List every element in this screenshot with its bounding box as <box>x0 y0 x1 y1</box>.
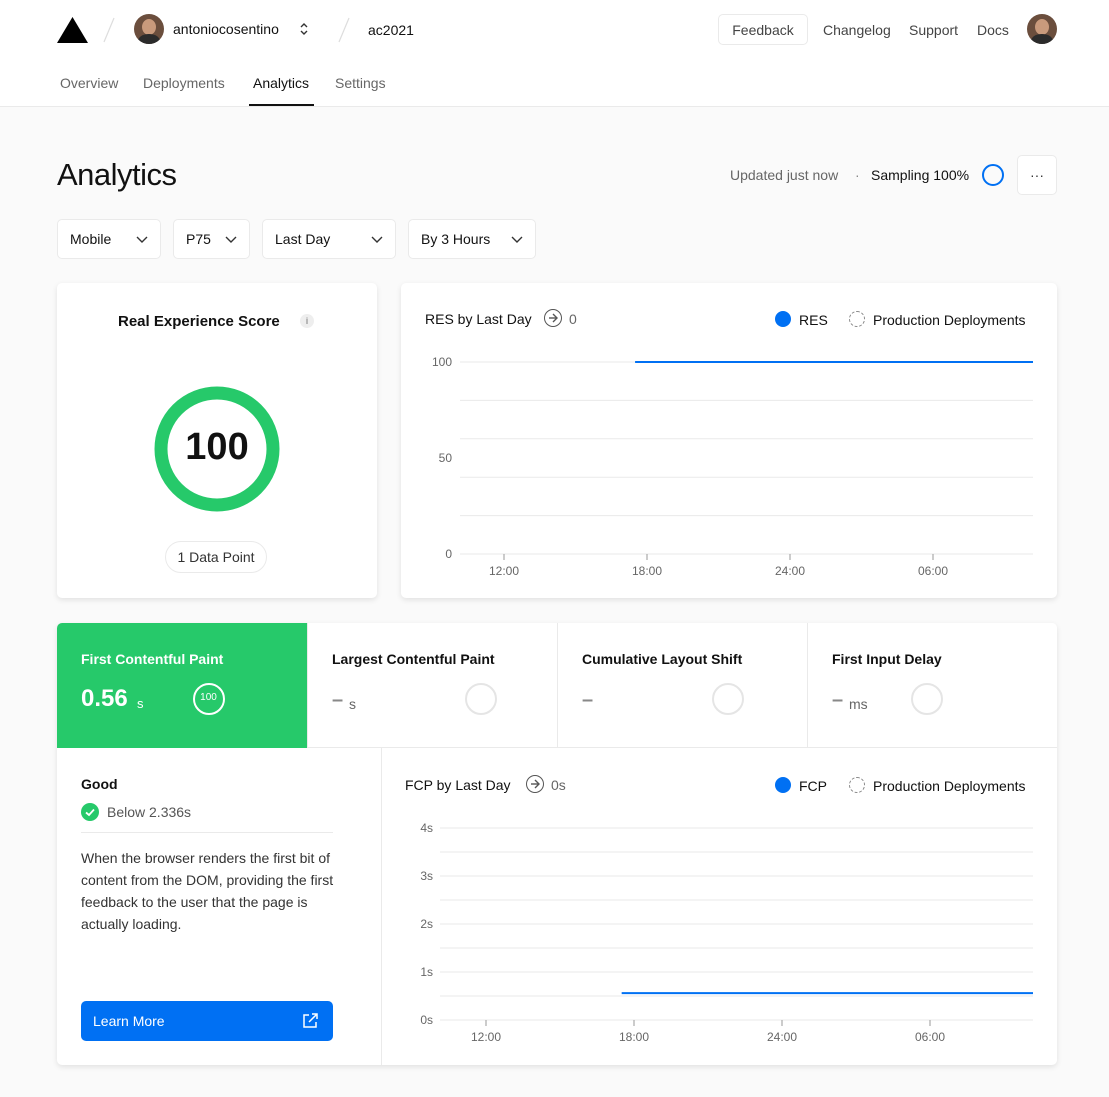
tab-overview[interactable]: Overview <box>60 75 118 91</box>
vercel-logo-icon[interactable] <box>57 17 88 43</box>
y-tick-label: 3s <box>420 869 433 883</box>
metric-score-ring <box>465 683 497 715</box>
divider <box>81 832 333 833</box>
y-tick-label: 4s <box>420 821 433 835</box>
metric-unit: s <box>349 696 356 712</box>
top-header: antoniocosentino ac2021 Feedback Changel… <box>0 0 1109 107</box>
metric-tile-cls[interactable]: Cumulative Layout Shift – <box>557 623 807 748</box>
metric-value: – <box>832 689 844 711</box>
metric-tile-fid[interactable]: First Input Delay – ms <box>807 623 1057 748</box>
metric-unit: s <box>137 696 144 711</box>
score-card: Real Experience Score i 100 1 Data Point <box>57 283 377 598</box>
breadcrumb-separator-icon <box>338 17 350 43</box>
tab-analytics[interactable]: Analytics <box>253 75 309 91</box>
chevron-down-icon <box>371 236 383 243</box>
chevron-down-icon <box>511 236 523 243</box>
external-link-icon <box>303 1013 318 1028</box>
device-select[interactable]: Mobile <box>57 219 161 259</box>
granularity-select[interactable]: By 3 Hours <box>408 219 536 259</box>
info-icon[interactable]: i <box>300 314 314 328</box>
range-select[interactable]: Last Day <box>262 219 396 259</box>
x-tick-label: 06:00 <box>915 1030 945 1044</box>
metric-name: Cumulative Layout Shift <box>582 651 743 667</box>
team-avatar[interactable] <box>134 14 164 44</box>
team-name[interactable]: antoniocosentino <box>173 21 279 37</box>
y-tick-label: 100 <box>432 355 452 369</box>
metric-value: – <box>332 689 344 711</box>
y-tick-label: 0 <box>445 547 452 561</box>
chevron-down-icon <box>136 236 148 243</box>
metric-name: Largest Contentful Paint <box>332 651 495 667</box>
tab-settings[interactable]: Settings <box>335 75 386 91</box>
y-tick-label: 2s <box>420 917 433 931</box>
metric-tile-fcp[interactable]: First Contentful Paint 0.56 s 100 <box>57 623 307 748</box>
metric-name: First Contentful Paint <box>81 651 224 667</box>
status-title: Good <box>81 776 118 792</box>
res-chart-card: RES by Last Day 0 RES Production Deploym… <box>401 283 1057 598</box>
breadcrumb-separator-icon <box>103 17 115 43</box>
tab-deployments[interactable]: Deployments <box>143 75 225 91</box>
metric-name: First Input Delay <box>832 651 942 667</box>
fcp-line-chart: 0s 1s 2s 3s 4s 12:00 18:00 24:00 06:00 <box>420 821 1033 1044</box>
x-tick-label: 12:00 <box>489 564 519 578</box>
learn-more-button[interactable]: Learn More <box>81 1001 333 1041</box>
y-tick-label: 50 <box>439 451 453 465</box>
y-tick-label: 1s <box>420 965 433 979</box>
updated-status: Updated just now <box>730 167 839 183</box>
metric-score: 100 <box>200 692 217 703</box>
metric-value: – <box>582 689 594 711</box>
score-value: 100 <box>185 426 249 468</box>
x-tick-label: 06:00 <box>918 564 948 578</box>
project-name[interactable]: ac2021 <box>368 22 414 38</box>
support-link[interactable]: Support <box>909 22 958 38</box>
range-select-value: Last Day <box>275 231 331 247</box>
data-points-badge: 1 Data Point <box>165 541 267 573</box>
x-tick-label: 24:00 <box>767 1030 797 1044</box>
granularity-select-value: By 3 Hours <box>421 231 491 247</box>
changelog-link[interactable]: Changelog <box>823 22 891 38</box>
status-threshold: Below 2.336s <box>107 804 192 820</box>
percentile-select-value: P75 <box>186 231 211 247</box>
y-tick-label: 0s <box>420 1013 433 1027</box>
metric-tile-lcp[interactable]: Largest Contentful Paint – s <box>307 623 557 748</box>
page-title: Analytics <box>57 157 177 192</box>
metric-unit: ms <box>849 696 868 712</box>
metric-score-ring: 100 <box>193 683 225 715</box>
separator-dot: · <box>855 167 860 183</box>
metric-score-ring <box>911 683 943 715</box>
metric-score-ring <box>712 683 744 715</box>
check-icon <box>81 803 99 821</box>
res-line-chart: 0 50 100 12:00 18:00 24:00 06:00 <box>432 355 1033 578</box>
learn-more-label: Learn More <box>93 1013 165 1029</box>
x-tick-label: 12:00 <box>471 1030 501 1044</box>
sampling-label: Sampling 100% <box>871 167 970 183</box>
x-tick-label: 24:00 <box>775 564 805 578</box>
device-select-value: Mobile <box>70 231 112 247</box>
percentile-select[interactable]: P75 <box>173 219 250 259</box>
x-tick-label: 18:00 <box>619 1030 649 1044</box>
user-avatar[interactable] <box>1027 14 1057 44</box>
sampling-ring-icon[interactable] <box>982 164 1004 186</box>
active-tab-indicator <box>249 104 314 106</box>
feedback-button[interactable]: Feedback <box>718 14 808 45</box>
chevron-updown-icon[interactable] <box>298 21 310 37</box>
chevron-down-icon <box>225 236 237 243</box>
metric-description: When the browser renders the first bit o… <box>81 850 334 932</box>
docs-link[interactable]: Docs <box>977 22 1009 38</box>
x-tick-label: 18:00 <box>632 564 662 578</box>
metric-value: 0.56 <box>81 685 128 712</box>
score-card-title: Real Experience Score <box>118 313 280 330</box>
more-options-button[interactable]: ··· <box>1017 155 1057 195</box>
